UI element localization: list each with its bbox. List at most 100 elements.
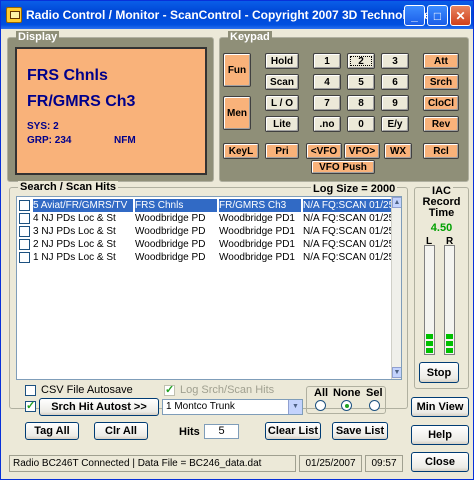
right-level-fill [446, 334, 453, 353]
status-connection: Radio BC246T Connected | Data File = BC2… [9, 455, 296, 472]
key-2-button[interactable]: 2 [347, 53, 375, 69]
row-info: N/A FQ:SCAN 01/25/07 [303, 226, 393, 237]
csv-autosave-label: CSV File Autosave [41, 384, 133, 396]
att-button[interactable]: Att [423, 53, 459, 69]
reverse-button[interactable]: Rev [423, 116, 459, 132]
minimize-button[interactable]: _ [404, 5, 425, 26]
row-system: 5 Aviat/FR/GMRS/TV [33, 199, 133, 212]
save-list-button[interactable]: Save List [332, 422, 388, 440]
vfo-right-button[interactable]: VFO> [344, 143, 380, 159]
menu-button[interactable]: Men [223, 96, 251, 130]
list-item[interactable]: 2 NJ PDs Loc & St Woodbridge PD Woodbrid… [17, 238, 393, 251]
row-checkbox[interactable] [19, 200, 30, 211]
list-scrollbar[interactable]: ▲ ▼ [391, 197, 401, 379]
row-system: 2 NJ PDs Loc & St [33, 239, 116, 250]
list-item[interactable]: 3 NJ PDs Loc & St Woodbridge PD Woodbrid… [17, 225, 393, 238]
row-channel: Woodbridge PD1 [219, 213, 295, 224]
row-info: N/A FQ:SCAN 01/25/07 [303, 199, 393, 212]
maximize-button[interactable]: □ [427, 5, 448, 26]
log-scan-hits-label: Log Srch/Scan Hits [180, 384, 275, 396]
left-level-fill [426, 334, 433, 353]
hits-count-field[interactable]: 5 [204, 424, 239, 439]
row-group: Woodbridge PD [135, 226, 206, 237]
iac-record-title: IAC Record Time [414, 185, 469, 219]
iac-title-line-3: Time [428, 207, 455, 219]
key-3-button[interactable]: 3 [381, 53, 409, 69]
close-window-button[interactable]: ✕ [450, 5, 471, 26]
key-8-button[interactable]: 8 [347, 95, 375, 111]
srch-hit-autost-checkbox[interactable] [25, 399, 36, 412]
stop-button[interactable]: Stop [419, 362, 459, 383]
log-size-label: Log Size = 2000 [311, 183, 398, 195]
close-call-button[interactable]: CloCl [423, 95, 459, 111]
window-title: Radio Control / Monitor - ScanControl - … [26, 8, 438, 22]
key-5-button[interactable]: 5 [347, 74, 375, 90]
row-checkbox[interactable] [19, 252, 30, 263]
csv-autosave-checkbox[interactable] [25, 384, 36, 396]
key-lock-button[interactable]: KeyL [223, 143, 259, 159]
row-checkbox[interactable] [19, 226, 30, 237]
left-level-meter [424, 245, 435, 355]
fun-button[interactable]: Fun [223, 53, 251, 87]
display-label: Display [16, 31, 60, 43]
list-item[interactable]: 4 NJ PDs Loc & St Woodbridge PD Woodbrid… [17, 212, 393, 225]
scroll-down-icon[interactable]: ▼ [392, 367, 401, 378]
app-icon [6, 7, 22, 23]
keypad-label: Keypad [228, 31, 272, 43]
scan-hits-label: Search / Scan Hits [18, 181, 118, 193]
srch-hit-autost-button[interactable]: Srch Hit Autost >> [39, 398, 159, 416]
clear-list-button[interactable]: Clear List [265, 422, 321, 440]
radio-all-label: All [314, 387, 329, 399]
scan-button[interactable]: Scan [265, 74, 299, 90]
vfo-left-button[interactable]: <VFO [306, 143, 342, 159]
priority-button[interactable]: Pri [265, 143, 299, 159]
key-enter-yes-button[interactable]: E/y [381, 116, 409, 132]
log-scan-hits-option[interactable]: Log Srch/Scan Hits [164, 383, 275, 396]
key-6-button[interactable]: 6 [381, 74, 409, 90]
vfo-push-button[interactable]: VFO Push [311, 160, 375, 174]
title-bar[interactable]: Radio Control / Monitor - ScanControl - … [1, 1, 473, 29]
row-channel: Woodbridge PD1 [219, 239, 295, 250]
lcd-line-1: FRS Chnls [27, 67, 108, 84]
scroll-up-icon[interactable]: ▲ [392, 197, 401, 208]
min-view-button[interactable]: Min View [411, 397, 469, 417]
row-channel: Woodbridge PD1 [219, 226, 295, 237]
autost-system-value: 1 Montco Trunk [166, 401, 235, 412]
close-button[interactable]: Close [411, 452, 469, 472]
list-item[interactable]: 5 Aviat/FR/GMRS/TV FRS Chnls FR/GMRS Ch3… [17, 199, 393, 212]
key-0-button[interactable]: 0 [347, 116, 375, 132]
row-system: 3 NJ PDs Loc & St [33, 226, 116, 237]
key-7-button[interactable]: 7 [313, 95, 341, 111]
weather-button[interactable]: WX [384, 143, 412, 159]
key-9-button[interactable]: 9 [381, 95, 409, 111]
autost-system-select[interactable]: 1 Montco Trunk ▼ [162, 399, 303, 415]
lockout-button[interactable]: L / O [265, 95, 299, 111]
row-checkbox[interactable] [19, 213, 30, 224]
csv-autosave-option[interactable]: CSV File Autosave [25, 384, 133, 396]
scan-hits-list[interactable]: 5 Aviat/FR/GMRS/TV FRS Chnls FR/GMRS Ch3… [16, 196, 402, 380]
radio-sel[interactable] [369, 400, 380, 411]
log-scan-hits-checkbox[interactable] [164, 383, 175, 396]
row-channel: FR/GMRS Ch3 [219, 199, 301, 212]
clear-all-button[interactable]: Clr All [94, 422, 148, 440]
help-button[interactable]: Help [411, 425, 469, 445]
chevron-down-icon[interactable]: ▼ [288, 400, 302, 414]
row-system: 1 NJ PDs Loc & St [33, 252, 116, 263]
key-1-button[interactable]: 1 [313, 53, 341, 69]
radio-none[interactable] [341, 400, 352, 411]
key-dot-no-button[interactable]: .no [313, 116, 341, 132]
app-window: Radio Control / Monitor - ScanControl - … [0, 0, 474, 480]
hold-button[interactable]: Hold [265, 53, 299, 69]
search-button[interactable]: Srch [423, 74, 459, 90]
radio-all[interactable] [315, 400, 326, 411]
row-checkbox[interactable] [19, 239, 30, 250]
key-4-button[interactable]: 4 [313, 74, 341, 90]
list-item[interactable]: 1 NJ PDs Loc & St Woodbridge PD Woodbrid… [17, 251, 393, 264]
radio-sel-label: Sel [366, 387, 383, 399]
row-group: Woodbridge PD [135, 239, 206, 250]
recall-button[interactable]: Rcl [423, 143, 459, 159]
tag-all-button[interactable]: Tag All [25, 422, 79, 440]
lite-button[interactable]: Lite [265, 116, 299, 132]
lcd-modulation: NFM [114, 135, 136, 146]
hits-label: Hits [179, 426, 200, 438]
